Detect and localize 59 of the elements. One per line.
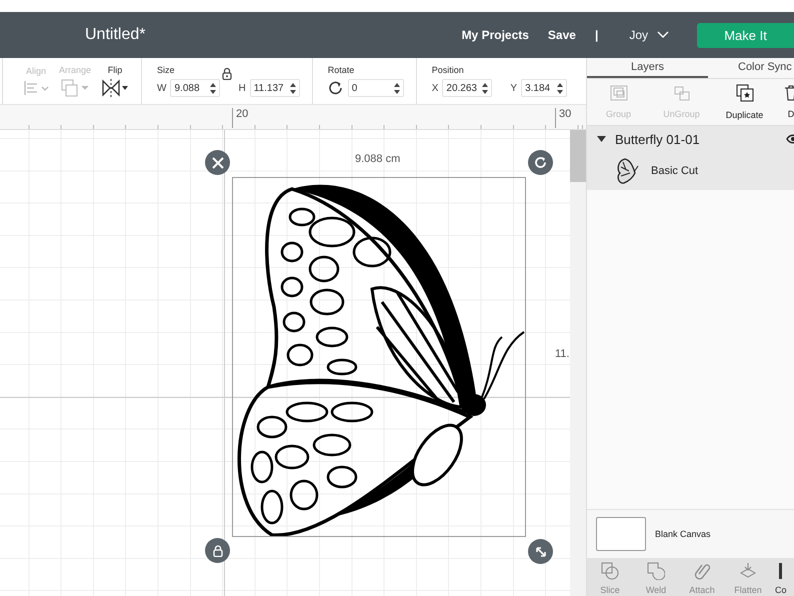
x-position-field[interactable]: 20.263: [442, 79, 492, 97]
layer-row[interactable]: Basic Cut: [587, 152, 794, 190]
resize-handle[interactable]: [528, 539, 553, 564]
lock-icon: [212, 544, 222, 556]
ruler-number: 30: [555, 108, 572, 128]
group-icon: [610, 85, 628, 101]
size-label: Size: [157, 65, 175, 75]
layer-name: Basic Cut: [651, 165, 698, 177]
nav-link[interactable]: |: [594, 28, 598, 42]
layer-name: Butterfly 01-01: [615, 132, 700, 146]
duplicate-icon: [736, 84, 754, 102]
user-menu[interactable]: Joy: [629, 28, 669, 42]
canvas-swatch[interactable]: [596, 517, 646, 551]
y-position-field[interactable]: 3.184: [521, 79, 568, 97]
ungroup-icon: [672, 85, 690, 101]
x-label: X: [432, 82, 438, 94]
resize-arrows-icon: [534, 546, 546, 558]
vertical-scrollbar[interactable]: [570, 130, 586, 596]
layer-tool-button[interactable]: D: [784, 79, 794, 125]
height-field[interactable]: 11.137: [250, 79, 300, 97]
paperclip-icon: [694, 562, 710, 580]
rotate-handle[interactable]: [528, 150, 553, 175]
nav-link[interactable]: Save: [548, 28, 576, 42]
rotate-icon: [534, 156, 547, 169]
position-label: Position: [432, 65, 464, 75]
height-label: H: [238, 82, 246, 94]
ruler-number: 20: [232, 108, 248, 128]
rotate-label: Rotate: [328, 65, 354, 75]
weld-icon: [647, 562, 665, 580]
close-icon: [212, 156, 224, 168]
selected-butterfly-drawing[interactable]: [232, 177, 526, 537]
delete-handle[interactable]: [205, 150, 230, 175]
flatten-icon: [739, 562, 757, 580]
panel-tab[interactable]: Color Sync: [708, 58, 794, 78]
butterfly-thumbnail-icon: [615, 157, 639, 185]
nav-link[interactable]: My Projects: [462, 28, 529, 42]
layer-tool-button[interactable]: Duplicate: [713, 79, 776, 125]
tool-label: Flip: [108, 65, 122, 75]
y-label: Y: [510, 82, 518, 94]
slice-icon: [601, 562, 619, 580]
caret-icon[interactable]: [597, 136, 606, 142]
rotate-icon: [328, 80, 344, 96]
lock-handle[interactable]: [205, 538, 230, 563]
ruler-number: 11.: [555, 348, 570, 360]
tool-label: Align: [26, 66, 46, 76]
width-label: W: [157, 82, 166, 94]
panel-tab[interactable]: Layers: [587, 58, 708, 78]
dimension-label: 9.088 cm: [355, 153, 400, 165]
layer-group-row[interactable]: Butterfly 01-01: [587, 126, 794, 152]
width-field[interactable]: 9.088: [170, 79, 220, 97]
tool-label: Arrange: [59, 65, 92, 75]
lock-icon[interactable]: [222, 67, 232, 80]
project-title: Untitled*: [85, 26, 146, 44]
layer-action-button[interactable]: Co: [775, 558, 787, 596]
trash-icon: [784, 85, 794, 101]
blank-canvas-label: Blank Canvas: [655, 529, 711, 539]
chevron-icon: [657, 31, 669, 39]
flip-icon[interactable]: [101, 79, 130, 97]
rotate-field[interactable]: 0: [348, 79, 404, 97]
